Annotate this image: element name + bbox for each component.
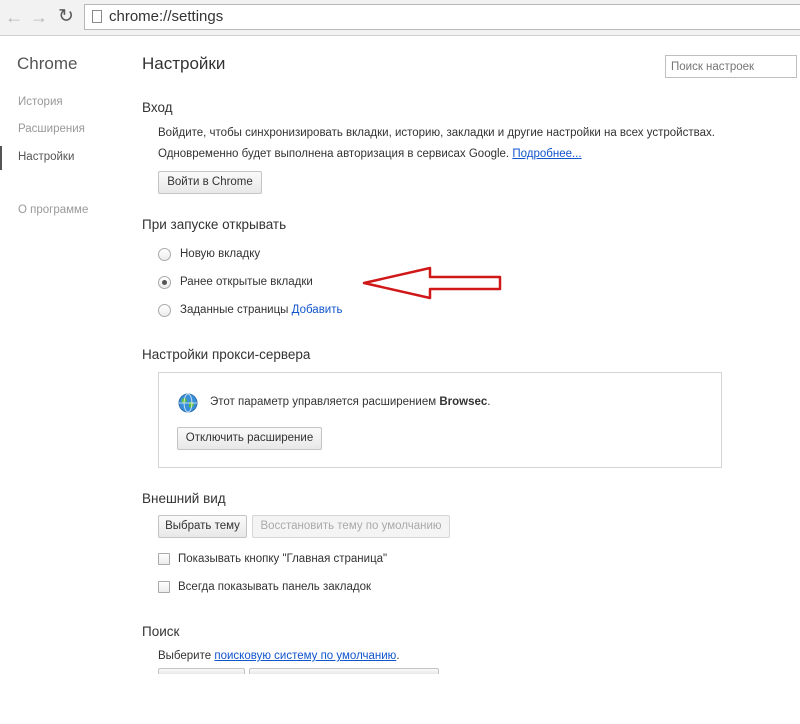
startup-radio-specific-pages[interactable] <box>158 304 171 317</box>
search-engine-prefix: Выберите <box>158 650 212 662</box>
browser-toolbar: ← → ↻ chrome://settings <box>0 0 800 36</box>
sidebar-item-extensions[interactable]: Расширения <box>18 123 85 135</box>
signin-note: Одновременно будет выполнена авторизация… <box>158 148 582 160</box>
add-pages-link[interactable]: Добавить <box>292 304 343 316</box>
sidebar-item-history[interactable]: История <box>18 96 63 108</box>
signin-description: Войдите, чтобы синхронизировать вкладки,… <box>158 127 715 139</box>
sidebar-active-marker <box>0 146 2 170</box>
learn-more-link[interactable]: Подробнее... <box>512 148 581 160</box>
startup-specific-pages-row: Заданные страницы Добавить <box>180 304 342 316</box>
page-title: Настройки <box>142 54 226 73</box>
signin-button[interactable]: Войти в Chrome <box>158 171 262 194</box>
default-search-engine-link[interactable]: поисковую систему по умолчанию <box>214 650 396 662</box>
signin-section-title: Вход <box>142 100 173 115</box>
startup-section-title: При запуске открывать <box>142 217 287 232</box>
sidebar-title: Chrome <box>17 54 78 73</box>
sidebar-item-about[interactable]: О программе <box>18 204 88 216</box>
show-bookmarks-bar-checkbox[interactable] <box>158 581 170 593</box>
search-settings-input[interactable] <box>665 55 797 78</box>
show-home-button-label: Показывать кнопку "Главная страница" <box>178 553 388 565</box>
reset-theme-button[interactable]: Восстановить тему по умолчанию <box>252 515 450 538</box>
proxy-extension-box <box>158 372 722 468</box>
reload-icon[interactable]: ↻ <box>56 6 76 28</box>
proxy-section-title: Настройки прокси-сервера <box>142 347 311 362</box>
show-bookmarks-bar-label: Всегда показывать панель закладок <box>178 581 372 593</box>
globe-icon <box>178 393 198 413</box>
manage-search-engines-button[interactable] <box>249 668 439 674</box>
startup-label-previous-tabs: Ранее открытые вкладки <box>180 276 313 288</box>
proxy-message: Этот параметр управляется расширением Br… <box>210 396 491 408</box>
signin-note-text: Одновременно будет выполнена авторизация… <box>158 148 510 160</box>
choose-theme-button[interactable]: Выбрать тему <box>158 515 247 538</box>
startup-radio-new-tab[interactable] <box>158 248 171 261</box>
search-section-title: Поиск <box>142 624 180 639</box>
search-engine-text: Выберите поисковую систему по умолчанию. <box>158 650 400 662</box>
forward-arrow-icon[interactable]: → <box>29 6 49 28</box>
back-arrow-icon[interactable]: ← <box>4 6 24 28</box>
appearance-section-title: Внешний вид <box>142 491 226 506</box>
sidebar-item-settings[interactable]: Настройки <box>18 151 74 163</box>
address-bar[interactable]: chrome://settings <box>84 4 800 30</box>
startup-label-specific-pages: Заданные страницы <box>180 304 289 316</box>
show-home-button-checkbox[interactable] <box>158 553 170 565</box>
url-text: chrome://settings <box>109 8 224 25</box>
proxy-extension-name: Browsec <box>439 396 488 408</box>
startup-radio-previous-tabs[interactable] <box>158 276 171 289</box>
page-icon <box>92 10 102 23</box>
proxy-message-text: Этот параметр управляется расширением <box>210 396 437 408</box>
startup-label-new-tab: Новую вкладку <box>180 248 261 260</box>
disable-extension-button[interactable]: Отключить расширение <box>177 427 322 450</box>
annotation-arrow-icon <box>362 266 502 300</box>
search-engine-select[interactable] <box>158 668 245 674</box>
